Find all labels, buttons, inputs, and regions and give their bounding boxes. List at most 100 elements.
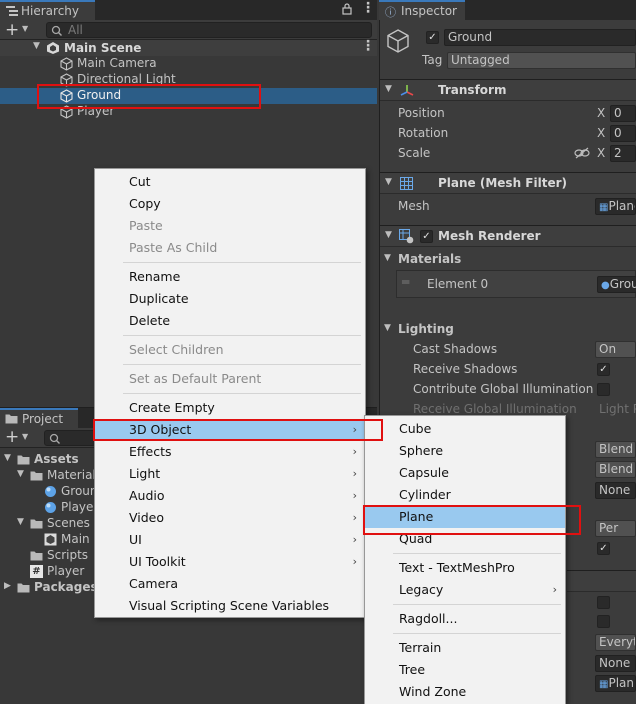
menu-item-create-empty[interactable]: Create Empty bbox=[95, 397, 365, 419]
submenu-item-tree[interactable]: Tree bbox=[365, 659, 565, 681]
project-tree-scenes[interactable]: ▼ Scenes bbox=[0, 516, 94, 532]
scale-x-field[interactable]: 2 bbox=[610, 145, 636, 162]
hierarchy-more-icon[interactable]: ⋮ bbox=[361, 0, 375, 16]
partial-checkbox-1[interactable]: ✓ bbox=[597, 542, 610, 555]
project-tree-scripts[interactable]: Scripts bbox=[0, 548, 94, 564]
tab-inspector[interactable]: ⓘ Inspector bbox=[379, 0, 465, 20]
create-plus-icon[interactable]: + bbox=[5, 20, 19, 40]
cast-shadows-dropdown[interactable]: On bbox=[595, 341, 636, 358]
partial-dropdown-1[interactable]: Blend bbox=[595, 441, 636, 458]
menu-item-delete[interactable]: Delete bbox=[95, 310, 365, 332]
submenu-item-sphere[interactable]: Sphere bbox=[365, 440, 565, 462]
submenu-item-cylinder[interactable]: Cylinder bbox=[365, 484, 565, 506]
menu-item-light[interactable]: Light › bbox=[95, 463, 365, 485]
position-x-field[interactable]: 0 bbox=[610, 105, 636, 122]
rotation-x-field[interactable]: 0 bbox=[610, 125, 636, 142]
object-name-field[interactable]: Ground bbox=[444, 29, 636, 46]
expand-arrow-icon[interactable]: ▼ bbox=[17, 517, 24, 527]
submenu-item-wind-zone[interactable]: Wind Zone bbox=[365, 681, 565, 703]
submenu-item-ragdoll[interactable]: Ragdoll... bbox=[365, 608, 565, 630]
expand-arrow-icon[interactable]: ▼ bbox=[384, 323, 391, 333]
scale-label: Scale bbox=[398, 146, 431, 160]
folder-icon bbox=[30, 519, 43, 529]
project-tree-player-script[interactable]: # Player bbox=[0, 564, 94, 580]
menu-item-camera[interactable]: Camera bbox=[95, 573, 365, 595]
submenu-item-legacy[interactable]: Legacy › bbox=[365, 579, 565, 601]
tab-project[interactable]: Project bbox=[0, 408, 78, 428]
partial-field-3[interactable]: None ( bbox=[595, 482, 636, 499]
submenu-item-text-textmeshpro[interactable]: Text - TextMeshPro bbox=[365, 557, 565, 579]
material-sphere-icon bbox=[45, 502, 56, 513]
hierarchy-item-main-camera[interactable]: Main Camera bbox=[0, 56, 377, 72]
partial-dropdown-2[interactable]: Blend bbox=[595, 461, 636, 478]
collapse-arrow-icon[interactable]: ▶ bbox=[4, 581, 11, 591]
expand-arrow-icon[interactable]: ▼ bbox=[385, 84, 392, 94]
menu-item-select-children: Select Children bbox=[95, 339, 365, 361]
expand-arrow-icon[interactable]: ▼ bbox=[4, 453, 11, 463]
partial-field-7[interactable]: ▦Plan bbox=[595, 675, 636, 692]
project-tree-assets[interactable]: ▼ Assets bbox=[0, 452, 94, 468]
create-dropdown-icon[interactable]: ▼ bbox=[22, 24, 28, 33]
constrain-proportions-icon[interactable] bbox=[574, 147, 590, 159]
create-plus-icon[interactable]: + bbox=[5, 427, 19, 447]
scene-row[interactable]: ▼ Main Scene ⋮ bbox=[0, 38, 377, 56]
active-checkbox[interactable]: ✓ bbox=[426, 31, 439, 44]
menu-item-cut[interactable]: Cut bbox=[95, 171, 365, 193]
lock-icon[interactable] bbox=[342, 3, 352, 15]
expand-arrow-icon[interactable]: ▼ bbox=[385, 230, 392, 240]
project-search-input[interactable] bbox=[44, 430, 96, 446]
create-dropdown-icon[interactable]: ▼ bbox=[22, 432, 28, 441]
project-tree-main-scene[interactable]: Main S bbox=[0, 532, 101, 548]
element0-field[interactable]: ●Grou bbox=[597, 276, 636, 293]
expand-arrow-icon[interactable]: ▼ bbox=[385, 177, 392, 187]
partial-checkbox-3[interactable] bbox=[597, 615, 610, 628]
scene-more-icon[interactable]: ⋮ bbox=[361, 38, 375, 54]
menu-item-label: Camera bbox=[129, 576, 179, 591]
folder-icon bbox=[5, 414, 18, 424]
menu-item-label: Visual Scripting Scene Variables bbox=[129, 598, 330, 613]
menu-item-video[interactable]: Video › bbox=[95, 507, 365, 529]
contribute-gi-checkbox[interactable] bbox=[597, 383, 610, 396]
menu-item-label: Terrain bbox=[399, 640, 442, 655]
menu-item-copy[interactable]: Copy bbox=[95, 193, 365, 215]
submenu-arrow-icon: › bbox=[352, 467, 357, 480]
mesh-filter-component-header[interactable]: ▼ Plane (Mesh Filter) bbox=[380, 172, 636, 194]
partial-dropdown-4[interactable]: Per Ob bbox=[595, 520, 636, 537]
submenu-arrow-icon: › bbox=[352, 555, 357, 568]
tab-hierarchy[interactable]: Hierarchy bbox=[0, 0, 95, 20]
menu-item-ui[interactable]: UI › bbox=[95, 529, 365, 551]
partial-checkbox-2[interactable] bbox=[597, 596, 610, 609]
menu-item-ui-toolkit[interactable]: UI Toolkit › bbox=[95, 551, 365, 573]
project-tree-packages[interactable]: ▶ Packages bbox=[0, 580, 98, 596]
partial-component-header[interactable] bbox=[567, 570, 636, 592]
mesh-object-field[interactable]: ▦Plane bbox=[595, 198, 636, 215]
partial-field-6[interactable]: None ( bbox=[595, 655, 636, 672]
project-tree-materials[interactable]: ▼ Material bbox=[0, 468, 96, 484]
player-material-label: Playe bbox=[61, 500, 94, 514]
expand-arrow-icon[interactable]: ▼ bbox=[33, 41, 40, 51]
submenu-item-terrain[interactable]: Terrain bbox=[365, 637, 565, 659]
tag-dropdown[interactable]: Untagged bbox=[447, 52, 636, 69]
submenu-item-cube[interactable]: Cube bbox=[365, 418, 565, 440]
project-tree-player-material[interactable]: Playe bbox=[0, 500, 94, 516]
menu-item-rename[interactable]: Rename bbox=[95, 266, 365, 288]
menu-separator bbox=[393, 553, 561, 554]
drag-handle-icon[interactable]: ═ bbox=[402, 275, 409, 289]
hierarchy-search-input[interactable]: All bbox=[46, 22, 372, 38]
menu-item-effects[interactable]: Effects › bbox=[95, 441, 365, 463]
mesh-renderer-enabled-checkbox[interactable]: ✓ bbox=[420, 230, 433, 243]
expand-arrow-icon[interactable]: ▼ bbox=[17, 469, 24, 479]
materials-folder-label: Material bbox=[47, 468, 96, 482]
transform-component-header[interactable]: ▼ Transform bbox=[380, 79, 636, 101]
project-tree-ground-material[interactable]: Groun bbox=[0, 484, 98, 500]
materials-label: Materials bbox=[398, 252, 462, 266]
submenu-item-capsule[interactable]: Capsule bbox=[365, 462, 565, 484]
partial-dropdown-5[interactable]: Everyt bbox=[595, 634, 636, 651]
menu-item-visual-scripting-scene-variables[interactable]: Visual Scripting Scene Variables bbox=[95, 595, 365, 617]
expand-arrow-icon[interactable]: ▼ bbox=[384, 253, 391, 263]
mesh-renderer-component-header[interactable]: ▼ ✓ Mesh Renderer bbox=[380, 225, 636, 247]
menu-item-label: Duplicate bbox=[129, 291, 189, 306]
menu-item-duplicate[interactable]: Duplicate bbox=[95, 288, 365, 310]
menu-item-audio[interactable]: Audio › bbox=[95, 485, 365, 507]
receive-shadows-checkbox[interactable]: ✓ bbox=[597, 363, 610, 376]
